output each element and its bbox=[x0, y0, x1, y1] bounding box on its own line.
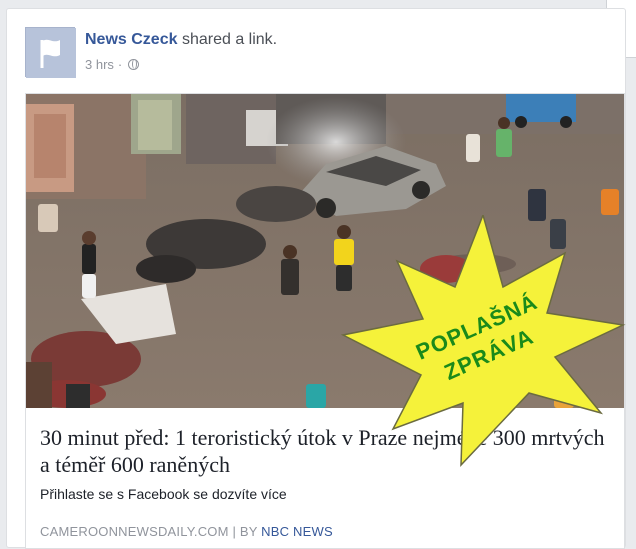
globe-icon[interactable] bbox=[128, 59, 140, 70]
link-description: Přihlaste se s Facebook se dozvíte více bbox=[40, 486, 287, 502]
link-headline[interactable]: 30 minut před: 1 teroristický útok v Pra… bbox=[40, 424, 610, 478]
link-source-author[interactable]: NBC NEWS bbox=[261, 524, 333, 539]
news-feed-post: News Czeck shared a link. 3 hrs · 30 min… bbox=[6, 8, 626, 549]
post-action-text: shared a link. bbox=[177, 31, 278, 48]
link-source-separator: | BY bbox=[228, 524, 262, 539]
street-scene-photo bbox=[26, 94, 624, 408]
page-avatar[interactable] bbox=[25, 27, 76, 78]
post-header: News Czeck shared a link. bbox=[85, 31, 277, 49]
page-name-link[interactable]: News Czeck bbox=[85, 31, 178, 48]
link-source: CAMEROONNEWSDAILY.COM | BY NBC NEWS bbox=[40, 524, 333, 539]
link-source-domain: CAMEROONNEWSDAILY.COM bbox=[40, 524, 229, 539]
post-timestamp[interactable]: 3 hrs bbox=[85, 57, 114, 72]
link-preview-image[interactable] bbox=[26, 94, 624, 408]
meta-separator: · bbox=[117, 57, 123, 72]
post-meta: 3 hrs · bbox=[85, 57, 140, 72]
flag-icon bbox=[26, 28, 76, 78]
link-preview[interactable]: 30 minut před: 1 teroristický útok v Pra… bbox=[25, 93, 625, 549]
